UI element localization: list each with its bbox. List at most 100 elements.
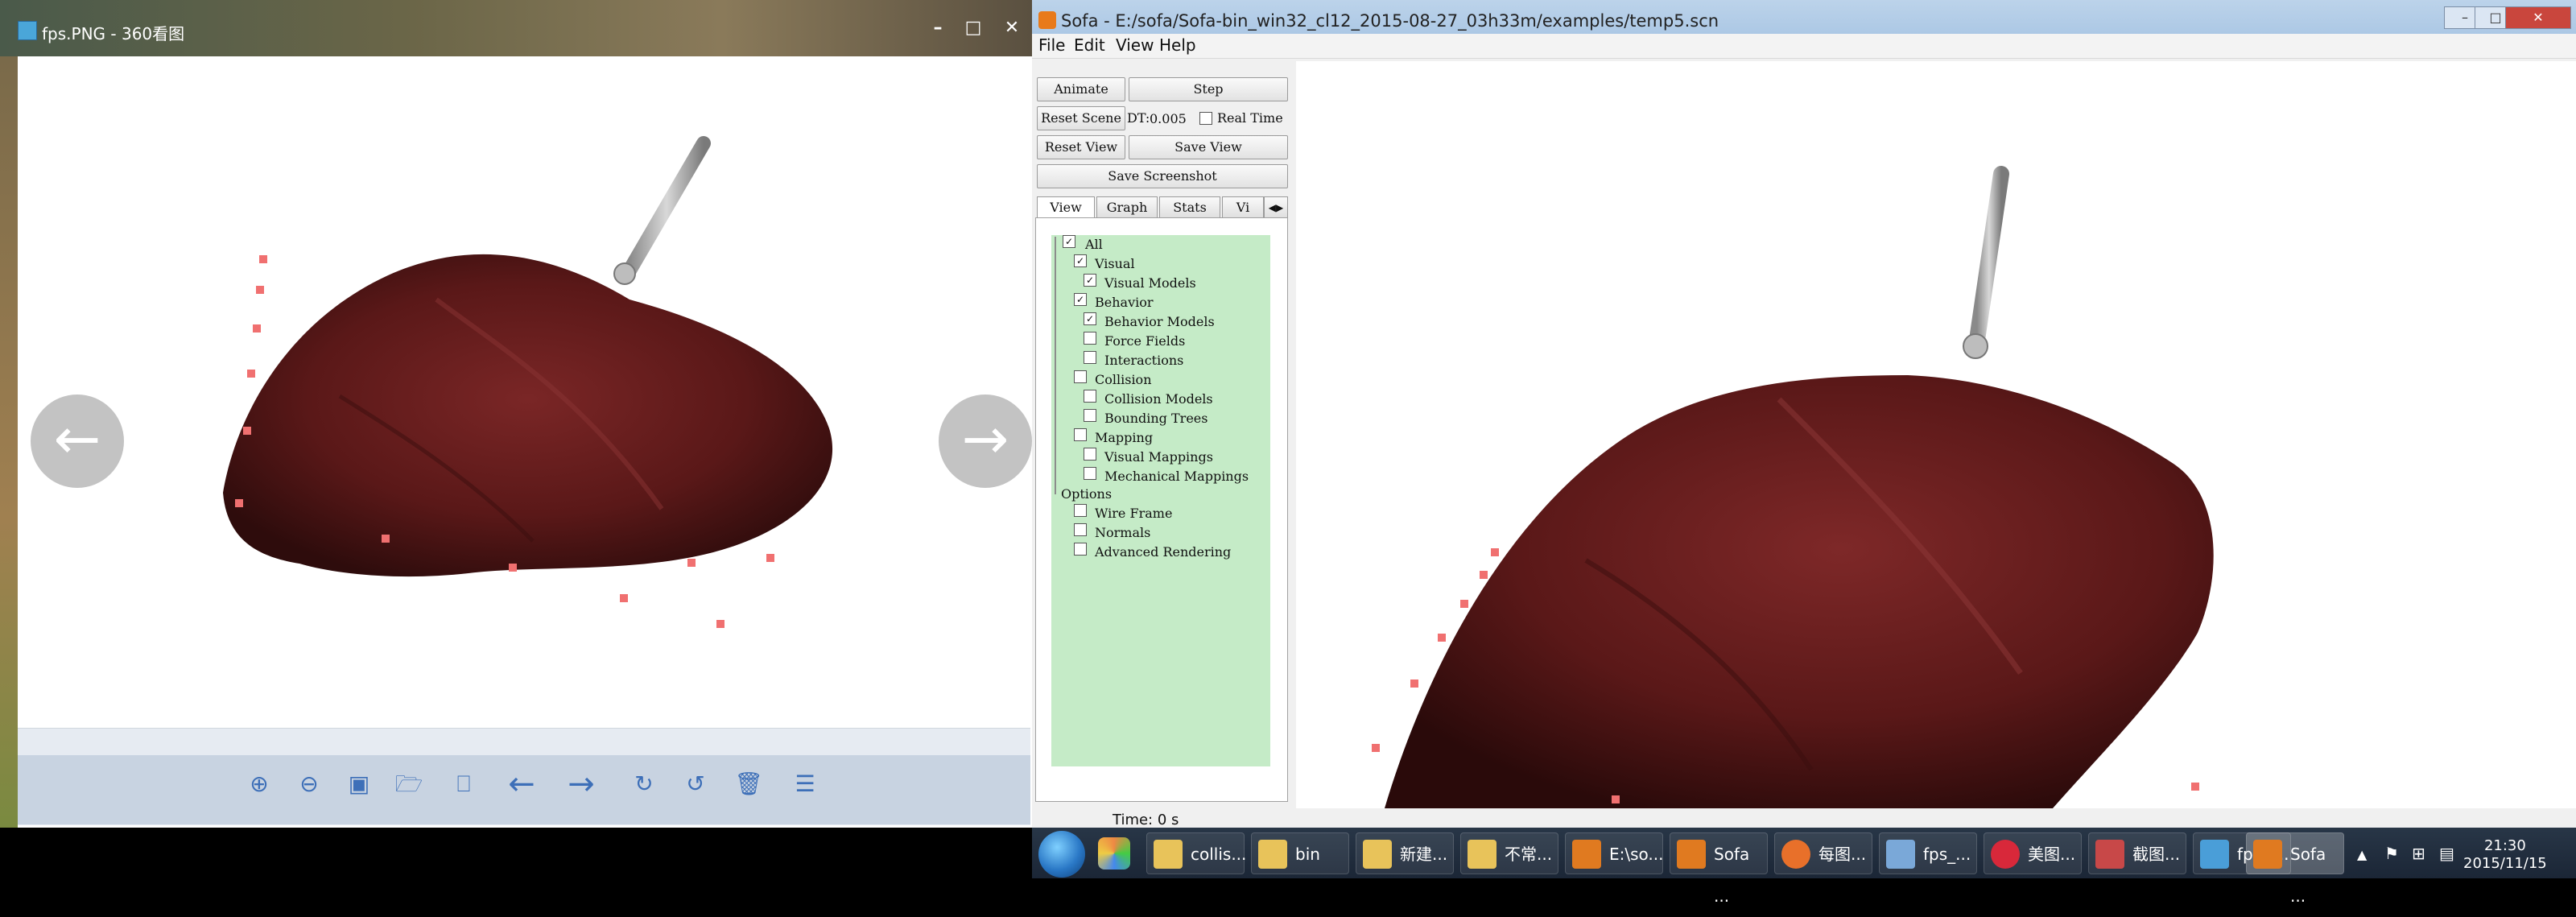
tab-scroll-arrows[interactable]: ◀▶ bbox=[1264, 196, 1288, 219]
rotate-left-icon[interactable]: ↺ bbox=[678, 766, 713, 802]
sofa-icon bbox=[1677, 840, 1706, 869]
interactions-checkbox[interactable] bbox=[1084, 351, 1096, 364]
mapping-checkbox[interactable] bbox=[1074, 428, 1087, 441]
tab-vi[interactable]: Vi bbox=[1222, 196, 1264, 219]
dt-input[interactable]: 0.005 bbox=[1150, 109, 1190, 130]
paint-icon bbox=[1886, 840, 1915, 869]
desktop-background-strip bbox=[0, 56, 18, 828]
taskbar-item-bin-folder[interactable]: bin bbox=[1251, 832, 1349, 874]
zoom-out-icon[interactable]: ⊖ bbox=[291, 766, 327, 802]
instrument-tip bbox=[613, 262, 636, 285]
close-icon[interactable]: ✕ bbox=[997, 14, 1027, 42]
collision-checkbox[interactable] bbox=[1074, 370, 1087, 383]
save-screenshot-button[interactable]: Save Screenshot bbox=[1037, 164, 1288, 188]
close-icon[interactable]: ✕ bbox=[2505, 6, 2571, 29]
save-view-button[interactable]: Save View bbox=[1129, 135, 1288, 159]
viewer-app-icon bbox=[18, 21, 37, 40]
clock[interactable]: 21:30 2015/11/15 bbox=[2463, 837, 2547, 873]
prev-arrow-icon[interactable]: ← bbox=[504, 766, 539, 802]
real-time-label: Real Time bbox=[1217, 110, 1283, 126]
menu-icon[interactable]: ☰ bbox=[787, 766, 823, 802]
reset-view-button[interactable]: Reset View bbox=[1037, 135, 1125, 159]
normals-checkbox[interactable] bbox=[1074, 523, 1087, 536]
clock-date: 2015/11/15 bbox=[2463, 855, 2547, 872]
tree-item-bounding-trees: Bounding Trees bbox=[1104, 411, 1208, 426]
delete-icon[interactable]: 🗑 bbox=[731, 766, 766, 802]
tab-graph[interactable]: Graph bbox=[1096, 196, 1158, 219]
step-button[interactable]: Step bbox=[1129, 77, 1288, 101]
visual-checkbox[interactable]: ✓ bbox=[1074, 254, 1087, 267]
menu-file[interactable]: File bbox=[1038, 35, 1065, 55]
maximize-icon[interactable]: □ bbox=[958, 14, 989, 42]
tree-item-options: Options bbox=[1061, 486, 1113, 502]
folder-icon[interactable]: 🗁 bbox=[391, 766, 427, 802]
tray-expand-icon[interactable]: ▲ bbox=[2357, 847, 2367, 862]
tab-stats[interactable]: Stats bbox=[1159, 196, 1220, 219]
taskbar-item-sofa-active[interactable]: Sofa ... bbox=[2246, 832, 2344, 906]
zoom-in-icon[interactable]: ⊕ bbox=[242, 766, 277, 802]
visual-mappings-checkbox[interactable] bbox=[1084, 448, 1096, 461]
folder-icon bbox=[1258, 840, 1287, 869]
menu-edit[interactable]: Edit bbox=[1074, 35, 1105, 55]
mechanical-mappings-checkbox[interactable] bbox=[1084, 467, 1096, 480]
all-checkbox[interactable]: ✓ bbox=[1063, 235, 1075, 248]
pinned-app-icon[interactable] bbox=[1098, 837, 1130, 869]
time-label: Time: 0 s bbox=[1113, 812, 1179, 828]
next-image-button[interactable]: → bbox=[939, 394, 1032, 488]
collision-models-checkbox[interactable] bbox=[1084, 390, 1096, 403]
minimize-icon[interactable]: – bbox=[923, 14, 953, 42]
taskbar-item-new-folder[interactable]: 新建... bbox=[1356, 832, 1454, 874]
folder-icon bbox=[1468, 840, 1496, 869]
behavior-models-checkbox[interactable]: ✓ bbox=[1084, 312, 1096, 325]
tree-item-normals: Normals bbox=[1095, 525, 1151, 540]
slideshow-icon[interactable]: ⎕ bbox=[446, 766, 481, 802]
windows-icon[interactable]: ⊞ bbox=[2412, 844, 2425, 863]
start-button[interactable] bbox=[1038, 831, 1085, 878]
behavior-checkbox[interactable]: ✓ bbox=[1074, 293, 1087, 306]
tree-item-collision: Collision bbox=[1095, 372, 1152, 387]
image-icon bbox=[2200, 840, 2229, 869]
menu-help[interactable]: Help bbox=[1159, 35, 1196, 55]
organ-mesh bbox=[223, 254, 833, 577]
tree-item-visual-models: Visual Models bbox=[1104, 275, 1196, 291]
real-time-checkbox[interactable] bbox=[1199, 112, 1212, 125]
clock-time: 21:30 bbox=[2483, 837, 2526, 854]
bounding-trees-checkbox[interactable] bbox=[1084, 409, 1096, 422]
taskbar-item-collision-folder[interactable]: collis... bbox=[1146, 832, 1246, 874]
force-fields-checkbox[interactable] bbox=[1084, 332, 1096, 345]
sofa-3d-viewport[interactable] bbox=[1296, 61, 2576, 808]
flag-icon[interactable]: ⚑ bbox=[2384, 844, 2399, 863]
visual-models-checkbox[interactable]: ✓ bbox=[1084, 274, 1096, 287]
fit-icon[interactable]: ▣ bbox=[341, 766, 377, 802]
reset-scene-button[interactable]: Reset Scene bbox=[1037, 106, 1125, 130]
sofa-icon bbox=[2253, 840, 2282, 869]
advanced-rendering-checkbox[interactable] bbox=[1074, 543, 1087, 556]
tree-item-mapping: Mapping bbox=[1095, 430, 1154, 445]
taskbar-item-meitu[interactable]: 美图... bbox=[1984, 832, 2082, 874]
taskbar-item-sofa-console[interactable]: E:\so... bbox=[1565, 832, 1664, 874]
taskbar-item-misc-folder[interactable]: 不常... bbox=[1460, 832, 1558, 874]
viewer-image-area bbox=[18, 58, 1030, 728]
taskbar-item-firefox[interactable]: 每图... bbox=[1774, 832, 1872, 874]
folder-icon bbox=[1154, 840, 1183, 869]
tree-item-visual-mappings: Visual Mappings bbox=[1104, 449, 1213, 465]
taskbar-item-paint[interactable]: fps_... bbox=[1879, 832, 1977, 874]
snip-icon bbox=[2095, 840, 2124, 869]
tree-item-wire-frame: Wire Frame bbox=[1095, 506, 1173, 521]
organ-mesh bbox=[1385, 375, 2214, 808]
taskbar-item-snipping[interactable]: 截图... bbox=[2088, 832, 2186, 874]
prev-image-button[interactable]: ← bbox=[31, 394, 124, 488]
network-icon[interactable]: ▤ bbox=[2439, 844, 2454, 863]
taskbar-item-sofa[interactable]: Sofa ... bbox=[1670, 832, 1768, 906]
animate-button[interactable]: Animate bbox=[1037, 77, 1125, 101]
next-arrow-icon[interactable]: → bbox=[564, 766, 599, 802]
tree-item-mechanical-mappings: Mechanical Mappings bbox=[1104, 469, 1249, 484]
menu-view[interactable]: View bbox=[1116, 35, 1154, 55]
tab-view[interactable]: View bbox=[1037, 196, 1095, 218]
rotate-right-icon[interactable]: ↻ bbox=[626, 766, 662, 802]
wire-frame-checkbox[interactable] bbox=[1074, 504, 1087, 517]
tree-item-behavior: Behavior bbox=[1095, 295, 1154, 310]
tree-item-force-fields: Force Fields bbox=[1104, 333, 1186, 349]
tree-item-interactions: Interactions bbox=[1104, 353, 1184, 368]
tree-item-all: All bbox=[1085, 237, 1103, 252]
